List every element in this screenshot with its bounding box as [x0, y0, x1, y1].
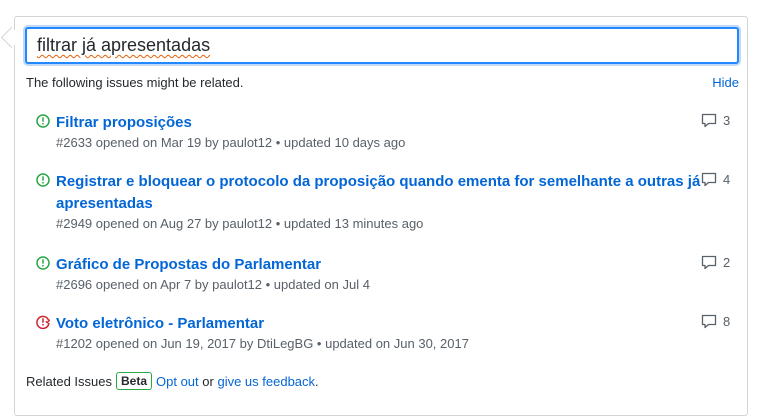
issue-opened-icon: [36, 256, 50, 270]
beta-badge: Beta: [116, 372, 153, 390]
issue-title-link[interactable]: Voto eletrônico - Parlamentar: [56, 313, 706, 335]
issue-opened-icon: [36, 114, 50, 128]
comment-count-value: 8: [723, 314, 731, 329]
comment-count[interactable]: 8: [701, 314, 730, 329]
related-issues-footer: Related Issues Beta Opt out or give us f…: [26, 372, 319, 390]
issue-opened-icon: [36, 173, 50, 187]
comment-icon: [701, 172, 717, 187]
comment-count-value: 4: [723, 172, 731, 187]
issue-title-link[interactable]: Registrar e bloquear o protocolo da prop…: [56, 171, 706, 215]
issue-meta: #2949 opened on Aug 27 by paulot12 • upd…: [56, 216, 424, 231]
issue-title-input[interactable]: filtrar já apresentadas: [25, 27, 739, 64]
footer-or: or: [202, 373, 214, 389]
hide-link[interactable]: Hide: [712, 75, 739, 90]
comment-count-value: 3: [723, 113, 731, 128]
issue-row: Gráfico de Propostas do Parlamentar #269…: [36, 254, 736, 294]
footer-label: Related Issues: [26, 373, 112, 389]
issue-meta: #2633 opened on Mar 19 by paulot12 • upd…: [56, 135, 406, 150]
comment-count[interactable]: 4: [701, 172, 730, 187]
issue-title-link[interactable]: Gráfico de Propostas do Parlamentar: [56, 254, 706, 276]
opt-out-link[interactable]: Opt out: [156, 374, 199, 389]
comment-icon: [701, 255, 717, 270]
issue-row: Voto eletrônico - Parlamentar #1202 open…: [36, 313, 736, 353]
issue-closed-icon: [36, 315, 50, 329]
comment-count[interactable]: 2: [701, 255, 730, 270]
issue-row: Filtrar proposições #2633 opened on Mar …: [36, 112, 736, 152]
comment-count[interactable]: 3: [701, 113, 730, 128]
comment-icon: [701, 113, 717, 128]
comment-count-value: 2: [723, 255, 731, 270]
issue-meta: #2696 opened on Apr 7 by paulot12 • upda…: [56, 277, 370, 292]
comment-icon: [701, 314, 717, 329]
issue-row: Registrar e bloquear o protocolo da prop…: [36, 171, 736, 233]
issue-title-link[interactable]: Filtrar proposições: [56, 112, 706, 134]
issue-meta: #1202 opened on Jun 19, 2017 by DtiLegBG…: [56, 336, 469, 351]
related-notice: The following issues might be related.: [26, 75, 244, 90]
footer-period: .: [315, 373, 319, 389]
issue-title-value: filtrar já apresentadas: [37, 35, 211, 55]
feedback-link[interactable]: give us feedback: [217, 374, 315, 389]
